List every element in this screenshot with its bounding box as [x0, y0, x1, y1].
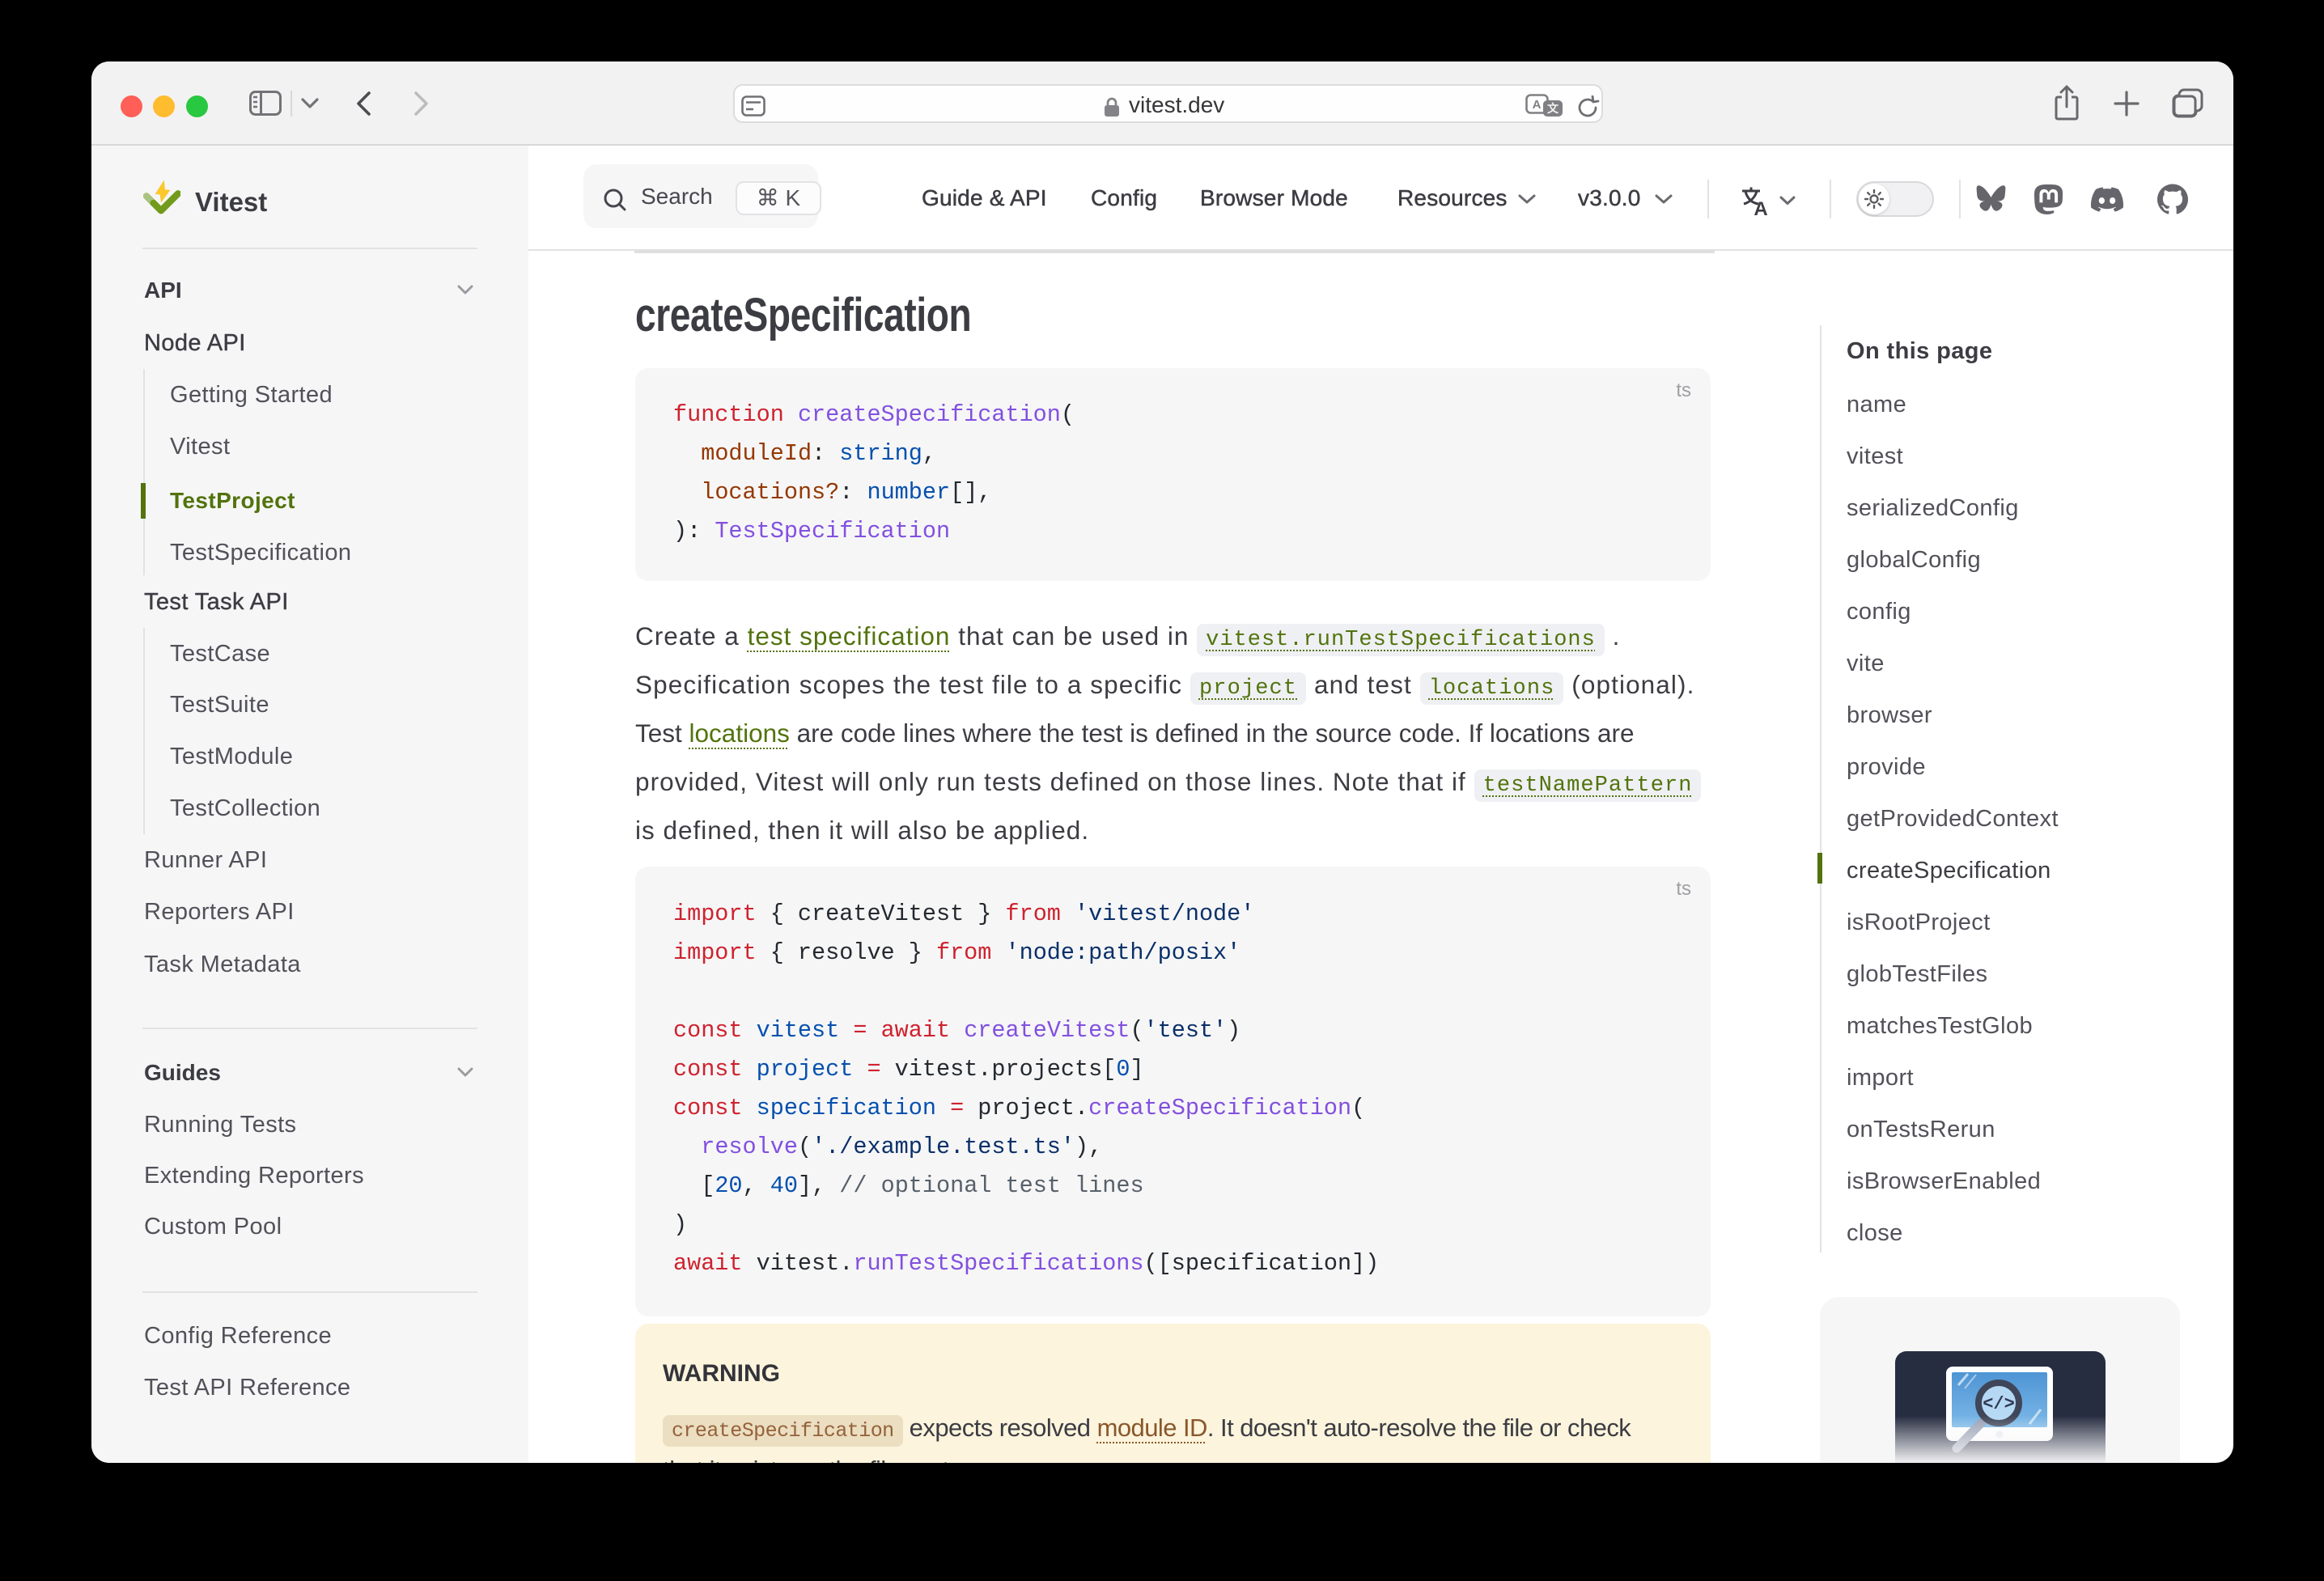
svg-text:A: A [1754, 198, 1767, 217]
svg-text:</>: </> [1983, 1394, 2015, 1414]
svg-text:文: 文 [1547, 102, 1559, 115]
svg-text:A: A [1533, 98, 1542, 112]
